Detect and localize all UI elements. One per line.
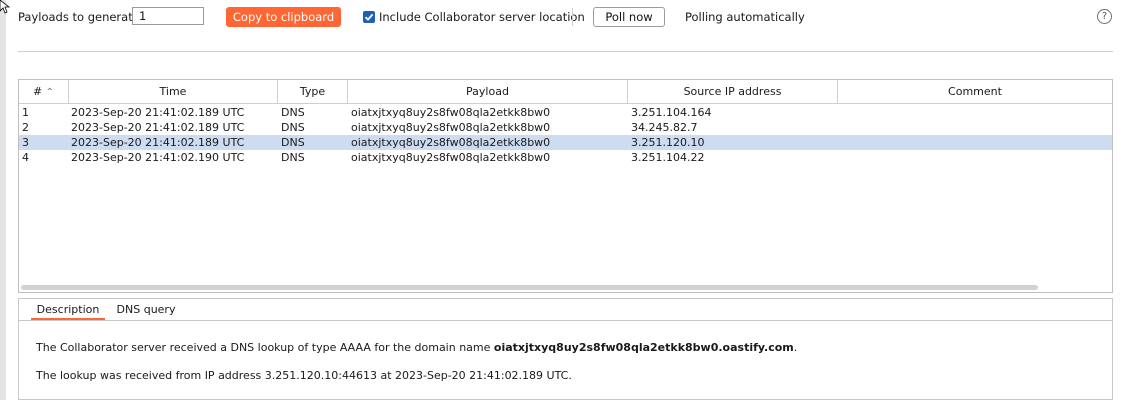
checkmark-icon [364, 13, 374, 21]
sort-ascending-icon: ⌃ [45, 87, 55, 98]
description-prefix: The Collaborator server received a DNS l… [36, 341, 494, 354]
column-header-time[interactable]: Time [69, 80, 278, 103]
cell-type: DNS [281, 151, 305, 164]
description-domain: oiatxjtxyq8uy2s8fw08qla2etkk8bw0.oastify… [493, 341, 794, 354]
column-label-number: # [32, 85, 43, 98]
cell-number: 3 [22, 136, 29, 149]
poll-now-button[interactable]: Poll now [593, 7, 665, 27]
description-panel: The Collaborator server received a DNS l… [18, 320, 1113, 400]
toolbar-divider [18, 51, 1113, 52]
include-location-checkbox[interactable] [363, 11, 375, 23]
cell-payload: oiatxjtxyq8uy2s8fw08qla2etkk8bw0 [351, 151, 551, 164]
column-header-payload[interactable]: Payload [348, 80, 628, 103]
table-row[interactable]: 2 2023-Sep-20 21:41:02.189 UTC DNS oiatx… [19, 120, 1112, 135]
collaborator-toolbar: Payloads to generate: Copy to clipboard … [0, 0, 1123, 36]
cell-payload: oiatxjtxyq8uy2s8fw08qla2etkk8bw0 [351, 106, 551, 119]
cell-source-ip: 34.245.82.7 [631, 121, 698, 134]
interactions-table: # ⌃ Time Type Payload Source IP address … [18, 79, 1113, 293]
cell-payload: oiatxjtxyq8uy2s8fw08qla2etkk8bw0 [351, 121, 551, 134]
tab-description[interactable]: Description [31, 302, 105, 320]
detail-tabs: Description DNS query [18, 298, 1113, 320]
table-header: # ⌃ Time Type Payload Source IP address … [19, 80, 1112, 104]
cell-time: 2023-Sep-20 21:41:02.189 UTC [71, 136, 245, 149]
column-header-source-ip[interactable]: Source IP address [628, 80, 838, 103]
cell-source-ip: 3.251.104.164 [631, 106, 712, 119]
payloads-count-input[interactable] [132, 7, 204, 25]
copy-to-clipboard-button[interactable]: Copy to clipboard [226, 7, 341, 27]
table-row[interactable]: 4 2023-Sep-20 21:41:02.190 UTC DNS oiatx… [19, 150, 1112, 165]
cell-source-ip: 3.251.120.10 [631, 136, 705, 149]
include-location-label[interactable]: Include Collaborator server location [379, 10, 585, 24]
left-window-edge [0, 0, 6, 400]
cell-type: DNS [281, 121, 305, 134]
cell-time: 2023-Sep-20 21:41:02.189 UTC [71, 106, 245, 119]
description-line-lookup: The Collaborator server received a DNS l… [36, 341, 797, 354]
table-row[interactable]: 1 2023-Sep-20 21:41:02.189 UTC DNS oiatx… [19, 105, 1112, 120]
toolbar-separator [572, 8, 573, 26]
cell-payload: oiatxjtxyq8uy2s8fw08qla2etkk8bw0 [351, 136, 551, 149]
cell-type: DNS [281, 106, 305, 119]
horizontal-scrollbar[interactable] [21, 285, 1038, 290]
cell-type: DNS [281, 136, 305, 149]
description-line-source: The lookup was received from IP address … [36, 369, 572, 382]
column-header-number[interactable]: # ⌃ [19, 80, 69, 103]
payloads-to-generate-label: Payloads to generate: [18, 10, 144, 24]
cell-time: 2023-Sep-20 21:41:02.189 UTC [71, 121, 245, 134]
cell-number: 1 [22, 106, 29, 119]
polling-status-text: Polling automatically [685, 10, 805, 24]
table-row-selected[interactable]: 3 2023-Sep-20 21:41:02.189 UTC DNS oiatx… [19, 135, 1112, 150]
column-header-comment[interactable]: Comment [838, 80, 1112, 103]
column-header-type[interactable]: Type [278, 80, 348, 103]
cell-number: 2 [22, 121, 29, 134]
cell-number: 4 [22, 151, 29, 164]
cell-source-ip: 3.251.104.22 [631, 151, 705, 164]
cell-time: 2023-Sep-20 21:41:02.190 UTC [71, 151, 245, 164]
help-icon[interactable]: ? [1097, 9, 1112, 24]
description-suffix: . [793, 341, 798, 354]
tab-dns-query[interactable]: DNS query [115, 302, 177, 318]
